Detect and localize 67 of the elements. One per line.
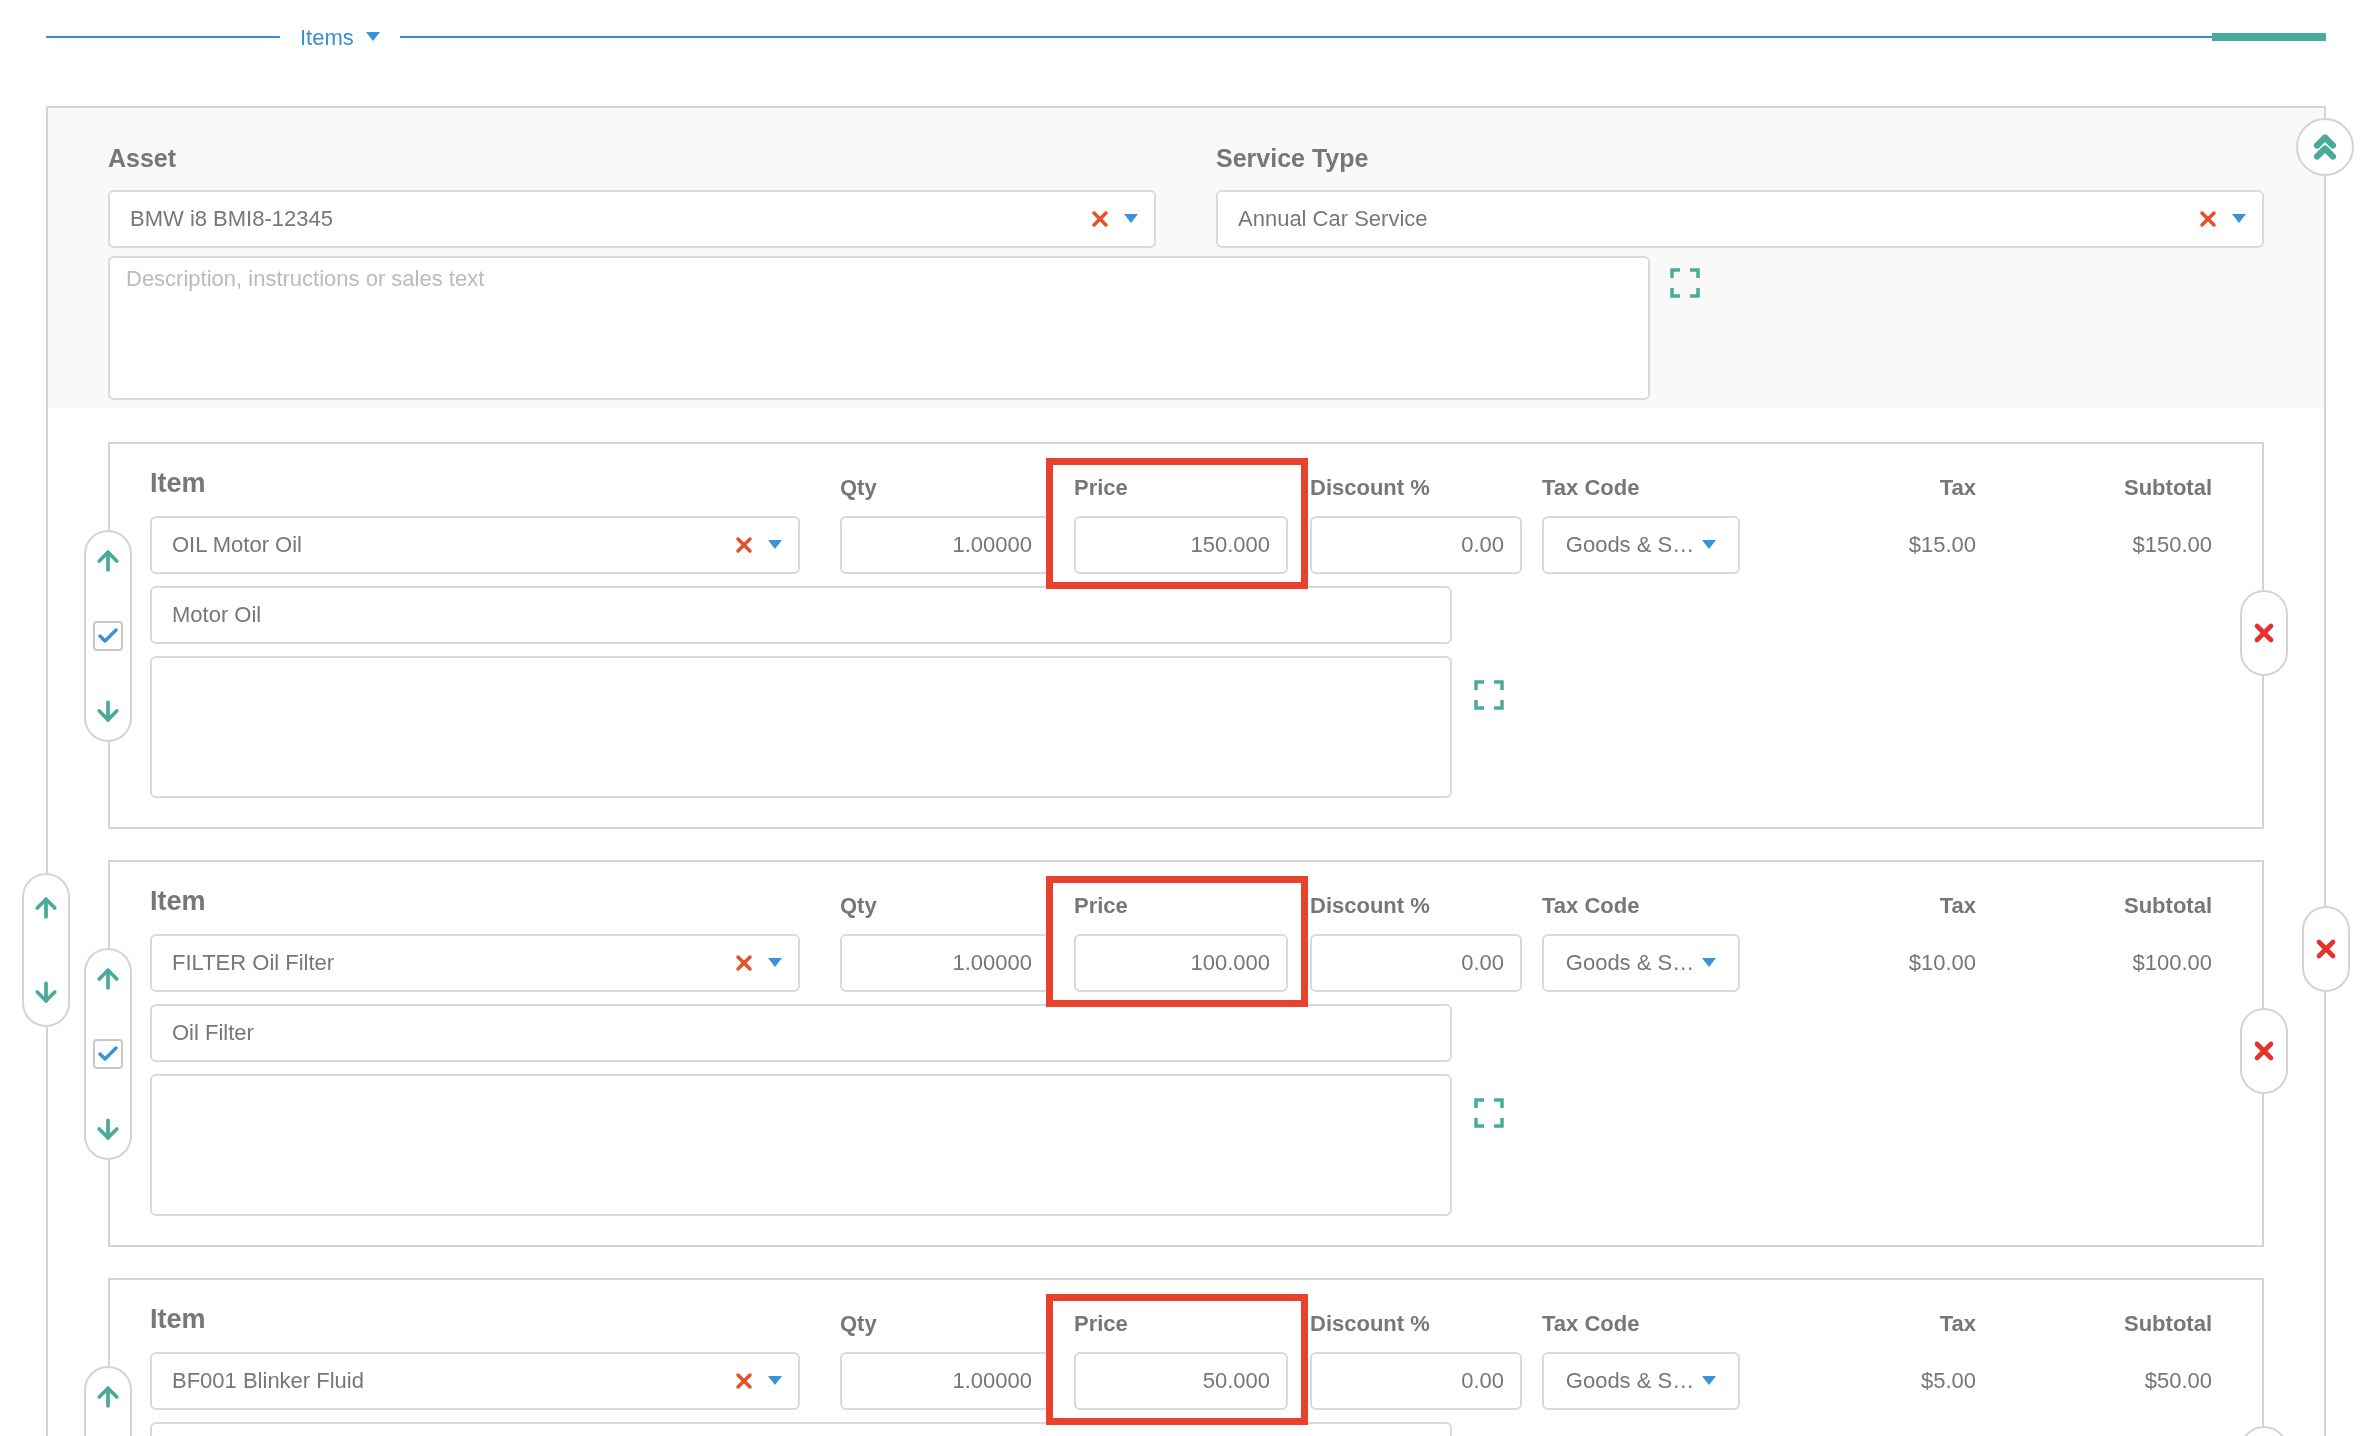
remove-item-button[interactable] [2240,589,2288,676]
column-label: Qty [840,891,878,920]
column-label: Qty [840,473,878,502]
column-label: Price [1074,473,1129,502]
tax-code-select[interactable]: Goods & S… [1542,933,1740,992]
column-label: Tax Code [1542,1309,1641,1338]
column-label: Tax Code [1542,473,1641,502]
expand-icon[interactable] [1474,679,1504,710]
column-label: Price [1074,891,1129,920]
caret-icon [365,32,380,42]
item-name-field[interactable]: Motor Oil [150,585,1452,644]
remove-group-button[interactable] [2302,906,2350,992]
column-label: Tax [1939,891,1976,920]
caret-icon [768,1375,782,1386]
subtotal-amount: $100.00 [2132,949,2212,977]
checkbox[interactable] [93,620,123,651]
tax-amount: $10.00 [1908,949,1976,977]
caret-icon [1702,539,1717,550]
field-label: Asset [108,143,178,174]
description-field[interactable]: Description, instructions or sales text [108,255,1650,400]
caret-icon [1702,1375,1717,1386]
tax-code-select[interactable]: Goods & S… [1542,515,1740,574]
column-label: Tax [1939,473,1976,502]
asset-select[interactable]: BMW i8 BMI8-12345 [108,189,1156,248]
price-field[interactable]: 150.000 [1074,515,1288,574]
column-label: Subtotal [2124,473,2212,502]
item-select[interactable]: FILTER Oil Filter [150,933,800,992]
column-label: Tax [1939,1309,1976,1338]
caret-icon [768,539,782,550]
column-label: Discount % [1310,1309,1431,1338]
column-label: Item [150,1309,207,1336]
caret-icon [1124,213,1138,224]
checkbox[interactable] [93,1038,123,1069]
caret-icon [2232,213,2246,224]
subtotal-amount: $150.00 [2132,531,2212,559]
item-notes-field[interactable] [150,1073,1452,1216]
caret-icon [768,957,782,968]
expand-icon[interactable] [1670,267,1700,298]
tax-code-select[interactable]: Goods & S… [1542,1351,1740,1410]
subtotal-amount: $50.00 [2144,1367,2212,1395]
column-label: Discount % [1310,891,1431,920]
section-toggle[interactable]: Items [280,20,400,54]
column-label: Item [150,473,207,500]
column-label: Subtotal [2124,891,2212,920]
service-type-select[interactable]: Annual Car Service [1216,189,2264,248]
field-label: Service Type [1216,143,1370,174]
price-field[interactable]: 100.000 [1074,933,1288,992]
column-label: Price [1074,1309,1129,1338]
item-select[interactable]: OIL Motor Oil [150,515,800,574]
remove-item-button[interactable] [2240,1007,2288,1094]
price-field[interactable]: 50.000 [1074,1351,1288,1410]
discount-field[interactable]: 0.00 [1310,1351,1522,1410]
caret-icon [1702,957,1717,968]
column-label: Item [150,891,207,918]
discount-field[interactable]: 0.00 [1310,515,1522,574]
tax-amount: $15.00 [1908,531,1976,559]
tax-amount: $5.00 [1920,1367,1976,1395]
column-label: Tax Code [1542,891,1641,920]
collapse-button[interactable] [2296,118,2354,176]
column-label: Qty [840,1309,878,1338]
discount-field[interactable]: 0.00 [1310,933,1522,992]
expand-icon[interactable] [1474,1097,1504,1128]
column-label: Subtotal [2124,1309,2212,1338]
item-name-field[interactable]: Oil Filter [150,1003,1452,1062]
item-select[interactable]: BF001 Blinker Fluid [150,1351,800,1410]
item-notes-field[interactable] [150,655,1452,798]
column-label: Discount % [1310,473,1431,502]
